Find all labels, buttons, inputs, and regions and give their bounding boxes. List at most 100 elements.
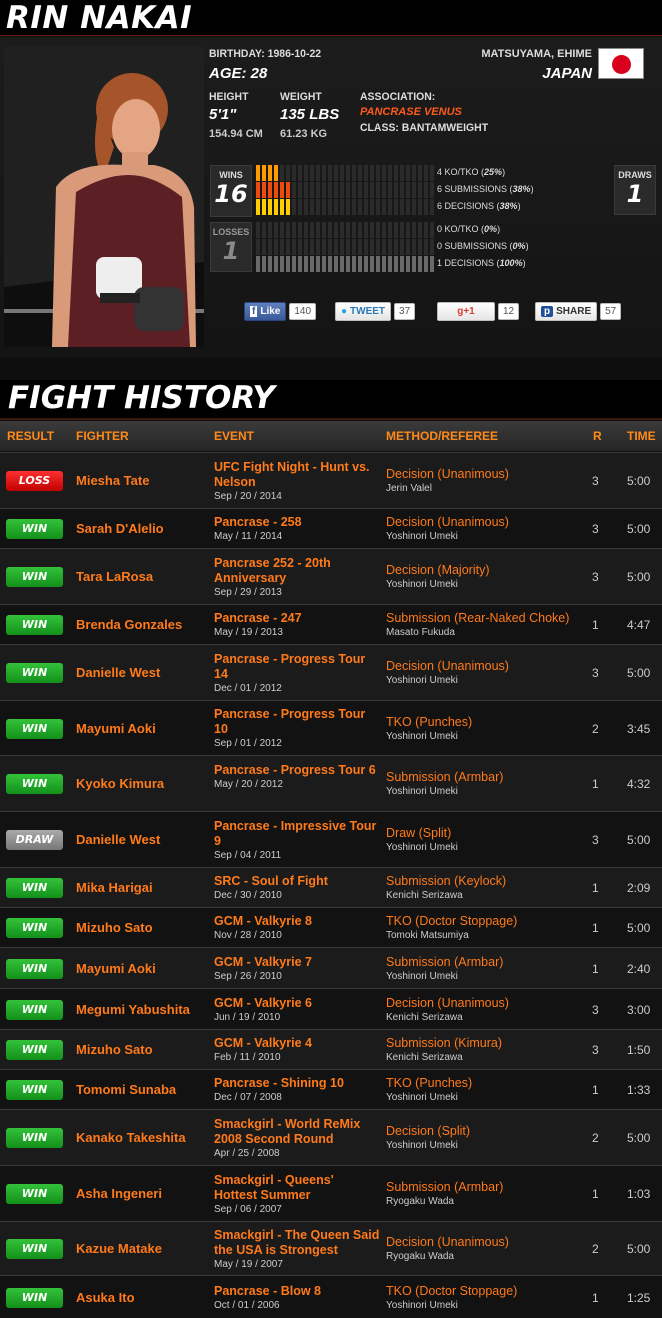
event-link[interactable]: Smackgirl - World ReMix 2008 Second Roun… — [214, 1117, 380, 1147]
method-cell: Decision (Unanimous) Kenichi Serizawa — [386, 996, 586, 1023]
submission-wins-label: 6 SUBMISSIONS (38%) — [437, 184, 534, 194]
fight-row[interactable]: WIN Asha Ingeneri Smackgirl - Queens' Hott… — [0, 1165, 662, 1221]
association-link[interactable]: PANCRASE VENUS — [360, 106, 462, 118]
col-round[interactable]: R — [593, 429, 602, 443]
method-cell: Submission (Armbar) Ryogaku Wada — [386, 1180, 586, 1207]
fight-row[interactable]: WIN Asuka Ito Pancrase - Blow 8 Oct / 01 / … — [0, 1275, 662, 1318]
time: 1:33 — [627, 1083, 651, 1097]
event-link[interactable]: Pancrase - 247 — [214, 611, 380, 626]
result-badge: WIN — [6, 1040, 63, 1060]
age: AGE: 28 — [209, 65, 268, 82]
method: Decision (Split) — [386, 1124, 471, 1138]
opponent-link[interactable]: Mayumi Aoki — [76, 721, 156, 736]
event-link[interactable]: SRC - Soul of Fight — [214, 874, 380, 889]
opponent-link[interactable]: Kyoko Kimura — [76, 776, 164, 791]
tweet-button[interactable]: ● TWEET — [335, 301, 392, 321]
opponent-link[interactable]: Asha Ingeneri — [76, 1186, 162, 1201]
opponent-link[interactable]: Mika Harigai — [76, 880, 153, 895]
gplus-count: 12 — [498, 302, 520, 320]
fight-row[interactable]: WIN Sarah D'Alelio Pancrase - 258 May / 11 … — [0, 508, 662, 548]
event-cell: GCM - Valkyrie 6 Jun / 19 / 2010 — [214, 996, 380, 1023]
round: 2 — [592, 721, 599, 736]
round: 3 — [592, 833, 599, 847]
col-result[interactable]: RESULT — [7, 429, 54, 443]
opponent-link[interactable]: Asuka Ito — [76, 1290, 135, 1305]
share-button[interactable]: p SHARE — [535, 301, 598, 321]
opponent-link[interactable]: Tara LaRosa — [76, 569, 153, 584]
facebook-like-button[interactable]: f Like — [244, 301, 287, 321]
event-link[interactable]: Pancrase - Progress Tour 14 — [214, 652, 380, 682]
event-link[interactable]: Smackgirl - The Queen Said the USA is St… — [214, 1228, 380, 1258]
event-link[interactable]: GCM - Valkyrie 7 — [214, 955, 380, 970]
opponent-link[interactable]: Mizuho Sato — [76, 1042, 153, 1057]
birthday-label: BIRTHDAY: — [209, 48, 265, 60]
opponent-link[interactable]: Brenda Gonzales — [76, 617, 182, 632]
opponent-link[interactable]: Mayumi Aoki — [76, 961, 156, 976]
opponent-link[interactable]: Kazue Matake — [76, 1241, 162, 1256]
event-link[interactable]: Pancrase - Shining 10 — [214, 1076, 380, 1091]
event-link[interactable]: Pancrase 252 - 20th Anniversary — [214, 556, 380, 586]
fight-row[interactable]: WIN Megumi Yabushita GCM - Valkyrie 6 Jun /… — [0, 988, 662, 1029]
fight-row[interactable]: WIN Danielle West Pancrase - Progress Tour… — [0, 644, 662, 700]
event-link[interactable]: Pancrase - 258 — [214, 515, 380, 530]
time: 5:00 — [627, 921, 651, 935]
time: 1:03 — [627, 1187, 651, 1201]
ko-wins-pct: 25% — [484, 167, 503, 177]
fight-row[interactable]: WIN Mayumi Aoki GCM - Valkyrie 7 Sep / 26 /… — [0, 947, 662, 988]
event-link[interactable]: GCM - Valkyrie 4 — [214, 1036, 380, 1051]
draws-label: DRAWS — [618, 170, 652, 180]
event-link[interactable]: Pancrase - Blow 8 — [214, 1284, 380, 1299]
share-widget: p SHARE 57 — [535, 301, 622, 321]
fight-row[interactable]: WIN Tomomi Sunaba Pancrase - Shining 10 Dec… — [0, 1069, 662, 1109]
result-badge: LOSS — [6, 471, 63, 491]
col-fighter[interactable]: FIGHTER — [76, 429, 129, 443]
fight-row[interactable]: WIN Mizuho Sato GCM - Valkyrie 4 Feb / 11 /… — [0, 1029, 662, 1069]
opponent-link[interactable]: Danielle West — [76, 832, 160, 847]
fight-row[interactable]: WIN Kanako Takeshita Smackgirl - World ReM… — [0, 1109, 662, 1165]
event-link[interactable]: Pancrase - Progress Tour 6 — [214, 763, 380, 778]
col-method[interactable]: METHOD/REFEREE — [386, 429, 498, 443]
fight-row[interactable]: WIN Mizuho Sato GCM - Valkyrie 8 Nov / 28 /… — [0, 907, 662, 947]
fight-row[interactable]: WIN Mayumi Aoki Pancrase - Progress Tour 1… — [0, 700, 662, 755]
gplus-button[interactable]: g +1 — [437, 301, 495, 321]
opponent-link[interactable]: Sarah D'Alelio — [76, 521, 164, 536]
referee: Yoshinori Umeki — [386, 1092, 458, 1103]
hometown: MATSUYAMA, EHIME — [481, 48, 592, 60]
opponent-link[interactable]: Kanako Takeshita — [76, 1130, 186, 1145]
method-cell: TKO (Doctor Stoppage) Yoshinori Umeki — [386, 1284, 586, 1311]
fight-row[interactable]: DRAW Danielle West Pancrase - Impressive T… — [0, 811, 662, 867]
opponent-link[interactable]: Megumi Yabushita — [76, 1002, 190, 1017]
event-link[interactable]: GCM - Valkyrie 6 — [214, 996, 380, 1011]
col-time[interactable]: TIME — [627, 429, 656, 443]
fight-row[interactable]: WIN Tara LaRosa Pancrase 252 - 20th Annive… — [0, 548, 662, 604]
event-date: Nov / 28 / 2010 — [214, 930, 282, 941]
opponent-link[interactable]: Mizuho Sato — [76, 920, 153, 935]
result-badge: DRAW — [6, 830, 63, 850]
event-cell: Smackgirl - The Queen Said the USA is St… — [214, 1228, 380, 1270]
decision-wins-pct: 38% — [499, 201, 518, 211]
losses-label: LOSSES — [212, 227, 250, 237]
event-link[interactable]: Smackgirl - Queens' Hottest Summer — [214, 1173, 380, 1203]
tweet-label: TWEET — [350, 305, 386, 317]
method-cell: TKO (Punches) Yoshinori Umeki — [386, 715, 586, 742]
opponent-link[interactable]: Danielle West — [76, 665, 160, 680]
event-cell: SRC - Soul of Fight Dec / 30 / 2010 — [214, 874, 380, 901]
tweet-count: 37 — [394, 302, 416, 320]
event-link[interactable]: Pancrase - Progress Tour 10 — [214, 707, 380, 737]
fight-row[interactable]: WIN Kazue Matake Smackgirl - The Queen Sai… — [0, 1221, 662, 1275]
col-event[interactable]: EVENT — [214, 429, 254, 443]
event-link[interactable]: GCM - Valkyrie 8 — [214, 914, 380, 929]
event-date: Dec / 30 / 2010 — [214, 890, 282, 901]
fight-row[interactable]: LOSS Miesha Tate UFC Fight Night - Hunt vs… — [0, 452, 662, 508]
share-count: 57 — [600, 302, 622, 320]
decision-losses-count: 1 — [437, 258, 443, 268]
opponent-link[interactable]: Miesha Tate — [76, 473, 149, 488]
fight-row[interactable]: WIN Mika Harigai SRC - Soul of Fight Dec / … — [0, 867, 662, 907]
fight-row[interactable]: WIN Kyoko Kimura Pancrase - Progress Tour … — [0, 755, 662, 811]
fight-row[interactable]: WIN Brenda Gonzales Pancrase - 247 May / 19… — [0, 604, 662, 644]
time: 4:47 — [627, 618, 651, 632]
event-link[interactable]: Pancrase - Impressive Tour 9 — [214, 819, 380, 849]
opponent-link[interactable]: Tomomi Sunaba — [76, 1082, 176, 1097]
event-date: May / 19 / 2013 — [214, 627, 283, 638]
event-link[interactable]: UFC Fight Night - Hunt vs. Nelson — [214, 460, 380, 490]
